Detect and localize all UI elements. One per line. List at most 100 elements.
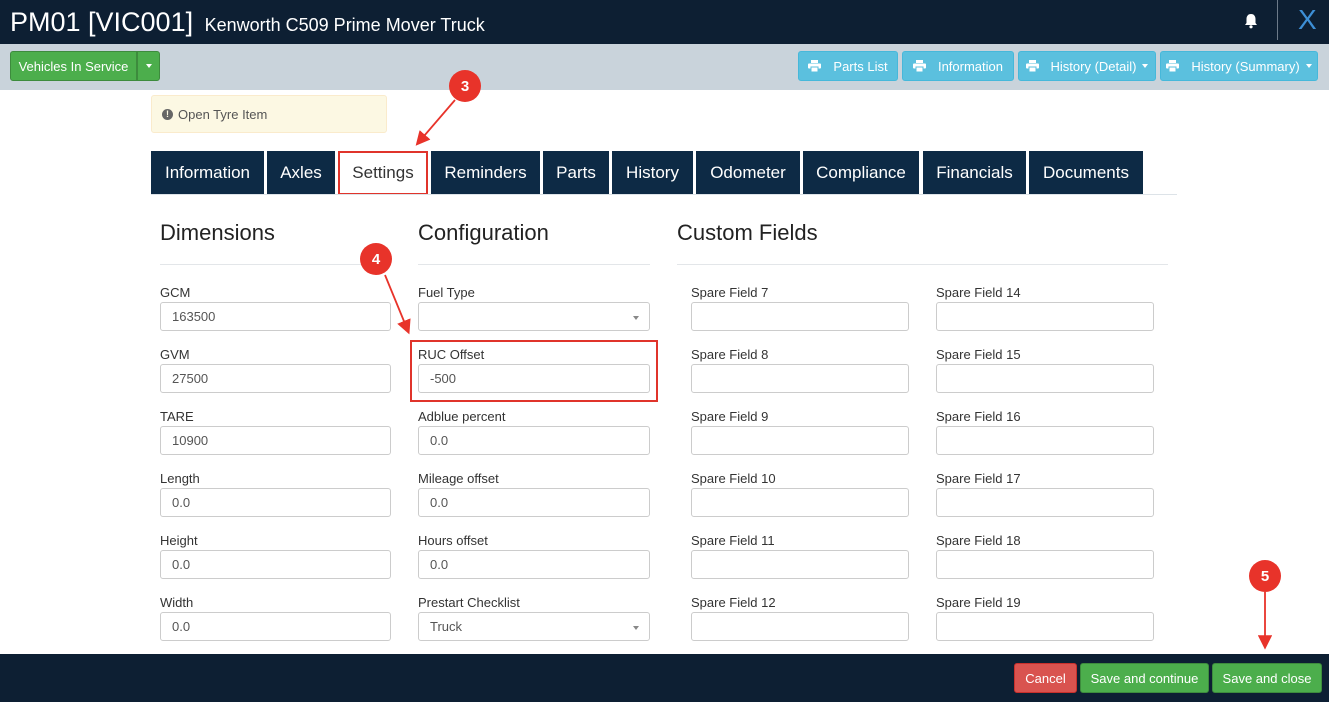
vehicle-status-button[interactable]: Vehicles In Service [10,51,137,81]
parts-list-label: Parts List [833,58,888,74]
configuration-divider [418,264,650,265]
spare-field-11-input[interactable] [691,550,909,579]
spare-field-17-label: Spare Field 17 [936,471,1021,486]
fuel-type-select[interactable] [418,302,650,331]
tab-history[interactable]: History [612,151,693,195]
chevron-down-icon [633,626,639,630]
spare-field-10-input[interactable] [691,488,909,517]
width-label: Width [160,595,194,610]
top-header: PM01 [VIC001] Kenworth C509 Prime Mover … [0,0,1329,44]
spare-field-14-input[interactable] [936,302,1154,331]
tare-input[interactable]: 10900 [160,426,391,455]
configuration-title: Configuration [418,220,549,245]
spare-field-10-label: Spare Field 10 [691,471,776,486]
hours-offset-input[interactable]: 0.0 [418,550,650,579]
cancel-button[interactable]: Cancel [1014,663,1077,693]
annotation-marker-5: 5 [1249,560,1281,592]
spare-field-8-label: Spare Field 8 [691,347,769,362]
ruc-offset-input[interactable]: -500 [418,364,650,393]
spare-field-15-input[interactable] [936,364,1154,393]
spare-field-16-input[interactable] [936,426,1154,455]
page-title: PM01 [VIC001] Kenworth C509 Prime Mover … [10,5,485,42]
tab-information[interactable]: Information [151,151,264,195]
custom-fields-title: Custom Fields [677,220,818,245]
history-summary-label: History (Summary) [1191,58,1300,74]
prestart-checklist-label: Prestart Checklist [418,595,520,610]
history-summary-button[interactable]: History (Summary) [1160,51,1318,81]
history-detail-label: History (Detail) [1050,58,1137,74]
bell-icon[interactable] [1240,10,1262,32]
chevron-down-icon [1142,64,1149,68]
printer-icon [1025,60,1039,72]
length-input[interactable]: 0.0 [160,488,391,517]
dimensions-title: Dimensions [160,220,275,245]
spare-field-19-input[interactable] [936,612,1154,641]
tab-axles[interactable]: Axles [267,151,335,195]
save-and-close-button[interactable]: Save and close [1212,663,1322,693]
spare-field-12-label: Spare Field 12 [691,595,776,610]
footer-bar: Cancel Save and continue Save and close [0,654,1329,702]
chevron-down-icon [633,316,639,320]
exclamation-icon: ! [162,108,173,120]
close-button[interactable]: X [1298,3,1317,37]
spare-field-12-input[interactable] [691,612,909,641]
parts-list-button[interactable]: Parts List [798,51,898,81]
prestart-checklist-value: Truck [430,619,463,634]
annotation-marker-3: 3 [449,70,481,102]
open-tyre-alert[interactable]: ! Open Tyre Item [151,95,387,133]
tare-label: TARE [160,409,194,424]
dimensions-divider [160,264,391,265]
ruc-offset-label: RUC Offset [418,347,485,362]
information-label: Information [937,58,1004,74]
spare-field-9-input[interactable] [691,426,909,455]
spare-field-9-label: Spare Field 9 [691,409,769,424]
mileage-offset-label: Mileage offset [418,471,499,486]
printer-icon [808,60,822,72]
spare-field-16-label: Spare Field 16 [936,409,1021,424]
vehicle-code: PM01 [VIC001] [10,7,194,37]
chevron-down-icon [145,64,152,68]
gcm-input[interactable]: 163500 [160,302,391,331]
printer-icon [912,60,926,72]
alert-text: Open Tyre Item [178,106,268,122]
tab-underline [151,194,1177,195]
toolbar: Vehicles In Service Parts List Informati… [0,44,1329,90]
spare-field-17-input[interactable] [936,488,1154,517]
adblue-percent-input[interactable]: 0.0 [418,426,650,455]
gvm-label: GVM [160,347,190,362]
tab-compliance[interactable]: Compliance [803,151,919,195]
tab-odometer[interactable]: Odometer [696,151,800,195]
spare-field-18-input[interactable] [936,550,1154,579]
vehicle-status-dropdown-toggle[interactable] [137,51,160,81]
chevron-down-icon [1305,64,1312,68]
information-button[interactable]: Information [902,51,1014,81]
tab-documents[interactable]: Documents [1029,151,1143,195]
tab-parts[interactable]: Parts [543,151,609,195]
save-and-continue-button[interactable]: Save and continue [1080,663,1209,693]
hours-offset-label: Hours offset [418,533,488,548]
height-label: Height [160,533,198,548]
custom-fields-divider [677,264,1168,265]
tab-reminders[interactable]: Reminders [431,151,540,195]
spare-field-14-label: Spare Field 14 [936,285,1021,300]
arrow-3 [415,99,456,146]
history-detail-button[interactable]: History (Detail) [1018,51,1156,81]
spare-field-19-label: Spare Field 19 [936,595,1021,610]
prestart-checklist-select[interactable]: Truck [418,612,650,641]
spare-field-18-label: Spare Field 18 [936,533,1021,548]
header-separator [1277,0,1278,40]
spare-field-11-label: Spare Field 11 [691,533,775,548]
mileage-offset-input[interactable]: 0.0 [418,488,650,517]
length-label: Length [160,471,200,486]
tab-financials[interactable]: Financials [923,151,1026,195]
adblue-percent-label: Adblue percent [418,409,506,424]
spare-field-8-input[interactable] [691,364,909,393]
spare-field-7-input[interactable] [691,302,909,331]
vehicle-description: Kenworth C509 Prime Mover Truck [204,15,485,35]
tab-settings[interactable]: Settings [338,151,428,195]
printer-icon [1166,60,1180,72]
spare-field-7-label: Spare Field 7 [691,285,769,300]
gvm-input[interactable]: 27500 [160,364,391,393]
width-input[interactable]: 0.0 [160,612,391,641]
height-input[interactable]: 0.0 [160,550,391,579]
